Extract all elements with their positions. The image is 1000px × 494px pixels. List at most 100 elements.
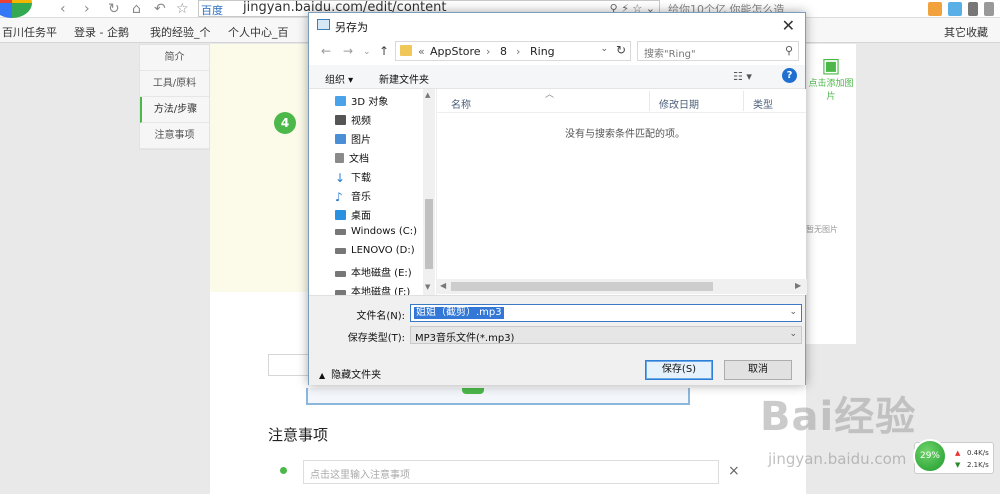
chevron-down-icon[interactable]: ⌄ bbox=[600, 44, 608, 54]
tree-scroll-thumb[interactable] bbox=[425, 199, 433, 269]
notes-bullet-icon bbox=[280, 467, 287, 474]
drive-icon bbox=[335, 271, 346, 277]
bookmark-item[interactable]: 个人中心_百 bbox=[228, 24, 289, 40]
forward-arrow-icon[interactable]: → bbox=[343, 44, 353, 58]
scroll-up-icon[interactable]: ▲ bbox=[425, 91, 430, 99]
breadcrumb-appstore[interactable]: AppStore bbox=[430, 45, 481, 58]
video-icon bbox=[335, 115, 346, 125]
scroll-left-icon[interactable]: ◀ bbox=[440, 281, 446, 290]
section-nav-tools[interactable]: 工具/原料 bbox=[140, 71, 209, 97]
bookmark-folder-other[interactable]: 其它收藏 bbox=[944, 24, 988, 40]
section-nav: 简介 工具/原料 方法/步骤 注意事项 bbox=[139, 44, 210, 150]
tree-item-drive-d[interactable]: LENOVO (D:) bbox=[335, 245, 415, 264]
notes-heading: 注意事项 bbox=[268, 426, 329, 444]
save-button[interactable]: 保存(S) bbox=[645, 360, 713, 380]
tree-item-drive-c[interactable]: Windows (C:) bbox=[335, 226, 417, 245]
notes-input[interactable]: 点击这里输入注意事项 bbox=[303, 460, 719, 484]
horizontal-scroll-thumb[interactable] bbox=[451, 282, 713, 291]
column-type[interactable]: 类型 bbox=[753, 96, 773, 111]
tree-scrollbar[interactable]: ▲ ▼ bbox=[423, 89, 435, 295]
tree-item-documents[interactable]: 文档 bbox=[335, 150, 369, 169]
column-divider[interactable] bbox=[743, 91, 744, 111]
refresh-icon[interactable]: ↻ bbox=[108, 1, 120, 17]
favorite-star-icon[interactable]: ☆ bbox=[176, 1, 189, 17]
search-engine-label[interactable]: 百度 bbox=[201, 2, 223, 18]
watermark-brand: Bai经验 bbox=[760, 394, 917, 440]
add-image-button[interactable]: ▣ 点击添加图片 bbox=[806, 54, 856, 102]
organize-button[interactable]: 组织 ▾ bbox=[325, 71, 353, 86]
section-nav-intro[interactable]: 简介 bbox=[140, 45, 209, 71]
column-modified[interactable]: 修改日期 bbox=[659, 96, 699, 111]
tree-item-videos[interactable]: 视频 bbox=[335, 112, 371, 131]
tree-item-3d-objects[interactable]: 3D 对象 bbox=[335, 93, 388, 112]
sort-arrow-icon: ︿ bbox=[545, 90, 555, 100]
scroll-right-icon[interactable]: ▶ bbox=[795, 281, 801, 290]
breadcrumb-8[interactable]: 8 bbox=[500, 45, 507, 58]
tree-item-desktop[interactable]: 桌面 bbox=[335, 207, 371, 226]
bookmark-item[interactable]: 百川任务平 bbox=[2, 24, 57, 40]
filetype-select[interactable]: MP3音乐文件(*.mp3) ⌄ bbox=[410, 326, 802, 344]
upload-button[interactable] bbox=[462, 388, 484, 394]
column-divider[interactable] bbox=[649, 91, 650, 111]
tree-item-downloads[interactable]: ↓ 下载 bbox=[335, 169, 371, 188]
scroll-down-icon[interactable]: ▼ bbox=[425, 283, 430, 291]
watermark-domain: jingyan.baidu.com bbox=[768, 450, 907, 468]
dialog-footer: 文件名(N): 姐姐（截剪）.mp3 ⌄ 保存类型(T): MP3音乐文件(*.… bbox=[309, 295, 805, 385]
bookmark-item[interactable]: 登录 - 企鹅 bbox=[74, 24, 129, 40]
notes-delete-icon[interactable]: × bbox=[728, 463, 740, 479]
speed-ball-icon[interactable]: 29% bbox=[913, 439, 947, 473]
up-arrow-icon[interactable]: ↑ bbox=[379, 44, 389, 58]
save-as-dialog: 另存为 ✕ ← → ⌄ ↑ « AppStore › 8 › Ring ⌄ ↻ … bbox=[308, 12, 807, 385]
back-arrow-icon[interactable]: ← bbox=[321, 44, 331, 58]
folder-icon bbox=[400, 45, 412, 56]
empty-message: 没有与搜索条件匹配的项。 bbox=[565, 129, 685, 140]
chevron-down-icon[interactable]: ⌄ bbox=[789, 307, 797, 317]
help-icon[interactable]: ? bbox=[782, 68, 797, 83]
hide-folders-toggle[interactable]: ▲ 隐藏文件夹 bbox=[319, 366, 381, 381]
view-options-icon[interactable]: ☷ ▾ bbox=[733, 70, 752, 83]
dialog-titlebar[interactable]: 另存为 ✕ bbox=[309, 13, 805, 39]
section-nav-steps[interactable]: 方法/步骤 bbox=[140, 97, 209, 123]
horizontal-scrollbar[interactable]: ◀ ▶ bbox=[437, 279, 807, 294]
extension-icon[interactable] bbox=[948, 2, 962, 16]
undo-icon[interactable]: ↶ bbox=[154, 1, 166, 17]
tree-item-music[interactable]: ♪ 音乐 bbox=[335, 188, 371, 207]
chevron-up-icon: ▲ bbox=[319, 371, 326, 380]
tree-item-drive-f[interactable]: 本地磁盘 (F:) bbox=[335, 283, 410, 295]
close-icon[interactable]: ✕ bbox=[782, 16, 795, 35]
apps-icon[interactable] bbox=[928, 2, 942, 16]
tree-item-drive-e[interactable]: 本地磁盘 (E:) bbox=[335, 264, 412, 283]
tree-item-pictures[interactable]: 图片 bbox=[335, 131, 371, 150]
breadcrumb-overflow[interactable]: « bbox=[418, 45, 425, 58]
step-number-badge: 4 bbox=[274, 112, 296, 134]
browser-logo-icon bbox=[0, 0, 32, 18]
bookmark-item[interactable]: 我的经验_个 bbox=[150, 24, 211, 40]
dialog-title: 另存为 bbox=[335, 21, 368, 34]
cancel-button[interactable]: 取消 bbox=[724, 360, 792, 380]
network-speed-widget[interactable]: 29% ▲ 0.4K/s ▼ 2.1K/s bbox=[913, 439, 994, 474]
breadcrumb[interactable]: « AppStore › 8 › Ring ⌄ ↻ bbox=[395, 41, 631, 61]
search-input[interactable]: 搜索"Ring" ⚲ bbox=[637, 41, 799, 61]
drive-icon bbox=[335, 248, 346, 254]
download-icon[interactable] bbox=[968, 2, 978, 16]
download-icon: ↓ bbox=[335, 171, 346, 185]
filename-input[interactable]: 姐姐（截剪）.mp3 ⌄ bbox=[410, 304, 802, 322]
refresh-icon[interactable]: ↻ bbox=[616, 43, 626, 57]
breadcrumb-separator: › bbox=[516, 45, 521, 58]
breadcrumb-ring[interactable]: Ring bbox=[530, 45, 555, 58]
recent-dropdown-icon[interactable]: ⌄ bbox=[363, 47, 371, 57]
chevron-down-icon[interactable]: ⌄ bbox=[789, 329, 797, 339]
new-folder-button[interactable]: 新建文件夹 bbox=[379, 71, 429, 86]
dialog-window-icon bbox=[317, 19, 330, 30]
home-icon[interactable]: ⌂ bbox=[132, 1, 141, 17]
forward-icon[interactable]: › bbox=[84, 1, 90, 17]
column-name[interactable]: 名称 bbox=[451, 96, 471, 111]
upload-panel bbox=[306, 388, 690, 405]
search-icon: ⚲ bbox=[784, 44, 793, 57]
menu-icon[interactable] bbox=[984, 2, 994, 16]
back-icon[interactable]: ‹ bbox=[60, 1, 66, 17]
section-nav-notes[interactable]: 注意事项 bbox=[140, 123, 209, 149]
file-list-header: ︿ 名称 修改日期 类型 bbox=[437, 89, 806, 113]
text-field[interactable] bbox=[268, 354, 310, 376]
filename-value[interactable]: 姐姐（截剪）.mp3 bbox=[414, 307, 504, 319]
